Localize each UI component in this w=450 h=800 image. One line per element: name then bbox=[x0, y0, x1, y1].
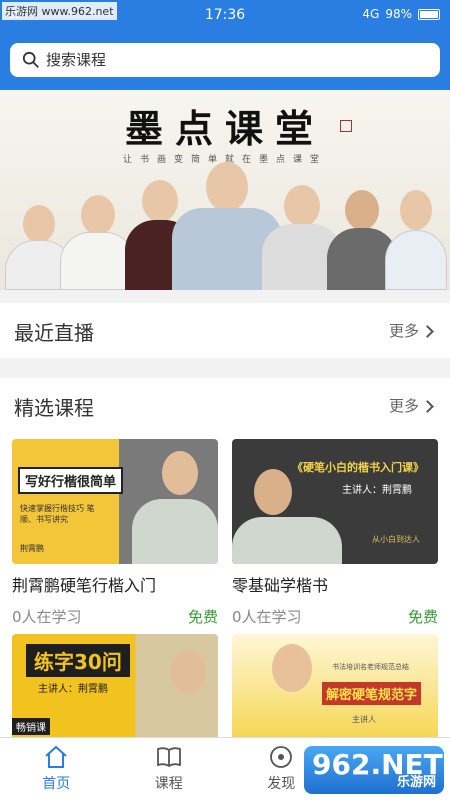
thumb-name: 主讲人 bbox=[352, 715, 376, 724]
chevron-right-icon bbox=[421, 325, 434, 338]
course-thumbnail: 写好行楷很简单 快速掌握行楷技巧 笔顺、书写讲究 荆霄鹏 bbox=[12, 439, 218, 564]
logo-small-text: 乐游网 bbox=[396, 775, 436, 790]
teacher-photo bbox=[272, 644, 312, 692]
featured-title: 精选课程 bbox=[14, 396, 94, 420]
learner-count: 0人在学习 bbox=[232, 608, 302, 626]
banner-title: 墨点课堂 bbox=[124, 106, 325, 151]
thumb-name: 从小白到达人 bbox=[372, 535, 420, 544]
tab-label: 发现 bbox=[267, 776, 296, 792]
teacher-photo bbox=[254, 469, 292, 515]
course-title: 荆霄鹏硬笔行楷入门 bbox=[12, 576, 157, 595]
thumb-text: 书法培训名老师规范总结 bbox=[332, 663, 409, 671]
course-card[interactable]: 写好行楷很简单 快速掌握行楷技巧 笔顺、书写讲究 荆霄鹏 荆霄鹏硬笔行楷入门 0… bbox=[12, 439, 218, 627]
search-box[interactable] bbox=[10, 43, 440, 77]
course-title: 零基础学楷书 bbox=[232, 576, 329, 595]
featured-more-link[interactable]: 更多 bbox=[388, 395, 434, 416]
thumb-text: 主讲人：荆霄鹏 bbox=[38, 684, 108, 695]
search-input[interactable] bbox=[46, 51, 406, 69]
more-label: 更多 bbox=[388, 397, 419, 415]
teacher-body bbox=[232, 517, 342, 564]
seal-icon bbox=[340, 120, 352, 132]
more-label: 更多 bbox=[388, 322, 419, 340]
teacher-photo bbox=[162, 451, 198, 495]
book-icon bbox=[156, 747, 181, 768]
battery-icon bbox=[418, 8, 440, 20]
course-thumbnail: 《硬笔小白的楷书入门课》 主讲人：荆霄鹏 从小白到达人 bbox=[232, 439, 438, 564]
home-icon bbox=[45, 745, 67, 768]
price-label: 免费 bbox=[407, 608, 438, 626]
search-header bbox=[0, 32, 450, 90]
recent-live-section: 最近直播 更多 bbox=[0, 303, 450, 358]
tab-label: 课程 bbox=[154, 776, 183, 792]
teacher-figure bbox=[60, 195, 135, 290]
tab-courses[interactable]: 课程 bbox=[113, 738, 226, 800]
chevron-right-icon bbox=[421, 400, 434, 413]
learner-count: 0人在学习 bbox=[12, 608, 82, 626]
network-indicator: 4G bbox=[362, 7, 380, 21]
teacher-figure bbox=[385, 190, 447, 290]
thumb-title: 写好行楷很简单 bbox=[18, 467, 124, 494]
discover-icon bbox=[270, 746, 293, 768]
course-card[interactable]: 《硬笔小白的楷书入门课》 主讲人：荆霄鹏 从小白到达人 零基础学楷书 0人在学习… bbox=[232, 439, 438, 627]
thumb-title: 解密硬笔规范字 bbox=[322, 682, 422, 705]
site-logo-watermark: 962.NET 乐游网 bbox=[304, 746, 444, 794]
thumb-title: 练字30问 bbox=[26, 644, 130, 677]
teacher-photo bbox=[170, 650, 206, 694]
thumb-text: 快速掌握行楷技巧 笔顺、书写讲究 bbox=[20, 504, 95, 524]
thumb-name: 畅销课 bbox=[12, 718, 50, 735]
recent-more-link[interactable]: 更多 bbox=[388, 320, 434, 341]
thumb-title: 《硬笔小白的楷书入门课》 bbox=[292, 461, 424, 474]
teacher-body bbox=[132, 499, 218, 564]
battery-percent: 98% bbox=[385, 7, 412, 21]
recent-live-title: 最近直播 bbox=[14, 321, 94, 345]
promo-banner[interactable]: 墨点课堂 让书画变简单就在墨点课堂 bbox=[0, 90, 450, 290]
thumb-name: 荆霄鹏 bbox=[20, 544, 44, 553]
price-label: 免费 bbox=[187, 608, 218, 626]
tab-label: 首页 bbox=[42, 776, 71, 792]
featured-section: 精选课程 更多 写好行楷很简单 快速掌握行楷技巧 笔顺、书写讲究 荆霄鹏 荆霄鹏… bbox=[0, 378, 450, 759]
search-icon bbox=[22, 51, 39, 68]
tab-home[interactable]: 首页 bbox=[0, 738, 113, 800]
watermark: 乐游网 www.962.net bbox=[2, 2, 117, 20]
thumb-text: 主讲人：荆霄鹏 bbox=[342, 485, 412, 496]
